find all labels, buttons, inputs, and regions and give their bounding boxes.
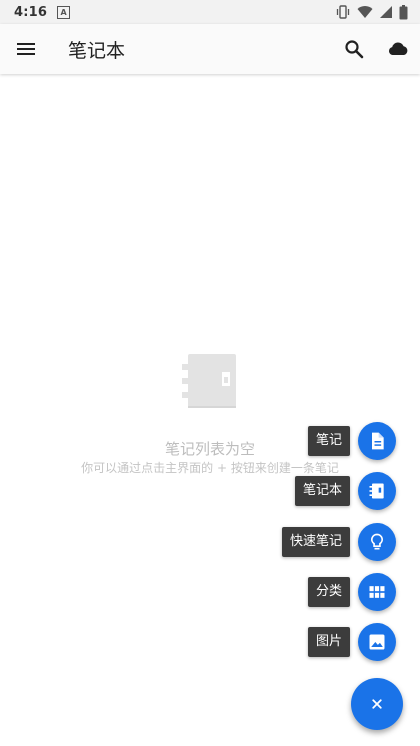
note-icon [372, 432, 384, 450]
lightbulb-icon [371, 533, 383, 550]
fab-label-quick-note[interactable]: 快速笔记 [282, 527, 351, 557]
page-title: 笔记本 [68, 40, 126, 62]
notification-a-icon: A [57, 5, 71, 19]
menu-icon[interactable] [14, 37, 38, 61]
cloud-icon[interactable] [386, 37, 410, 61]
vibrate-icon [336, 5, 350, 19]
image-icon [369, 634, 385, 650]
notebook-icon [369, 483, 384, 499]
fab-label-note[interactable]: 笔记 [308, 426, 351, 456]
grid-icon [369, 586, 385, 598]
fab-category-button[interactable] [358, 573, 396, 611]
status-time: 4:16 [14, 4, 48, 20]
signal-icon [380, 6, 392, 18]
fab-label-notebook[interactable]: 笔记本 [295, 476, 351, 506]
battery-icon [399, 4, 408, 19]
close-icon [372, 699, 382, 709]
fab-label-image[interactable]: 图片 [308, 627, 351, 657]
search-icon[interactable] [342, 37, 366, 61]
fab-close-button[interactable] [351, 678, 403, 730]
wifi-icon [357, 6, 373, 18]
status-icons [335, 4, 408, 20]
fab-image-button[interactable] [358, 623, 396, 661]
app-bar: 笔记本 [0, 24, 420, 74]
notebook-icon [182, 354, 236, 408]
fab-label-category[interactable]: 分类 [308, 577, 351, 607]
fab-quick-note-button[interactable] [358, 523, 396, 561]
fab-note-button[interactable] [358, 422, 396, 460]
fab-notebook-button[interactable] [358, 472, 396, 510]
empty-subtitle: 你可以通过点击主界面的 + 按钮来创建一条笔记 [81, 461, 339, 475]
status-bar: 4:16 A [0, 0, 420, 24]
empty-title: 笔记列表为空 [164, 440, 255, 458]
